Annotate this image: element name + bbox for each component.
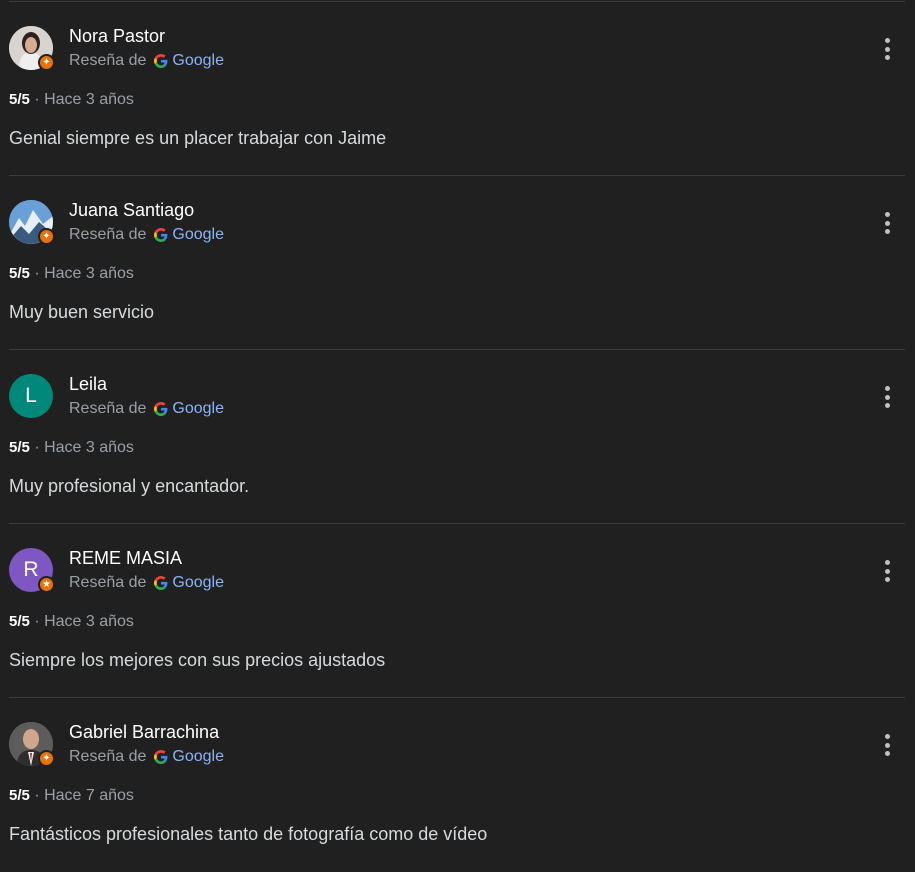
avatar[interactable]: ✦	[9, 722, 55, 767]
avatar[interactable]: ✦	[9, 200, 55, 245]
reviewer-name[interactable]: Nora Pastor	[69, 26, 165, 47]
review-time: Hace 3 años	[44, 439, 134, 456]
rating: 5/5	[9, 613, 30, 630]
separator: ·	[34, 613, 40, 630]
review-source: Reseña de Google	[69, 52, 224, 70]
more-vert-icon	[884, 734, 890, 739]
reviewer-name[interactable]: Juana Santiago	[69, 200, 194, 221]
review-meta: 5/5 · Hace 7 años	[9, 787, 134, 805]
review-time: Hace 3 años	[44, 613, 134, 630]
review-meta: 5/5 · Hace 3 años	[9, 91, 134, 109]
google-link[interactable]: Google	[172, 574, 224, 592]
review-card: L Leila Reseña de Google 5/5 · Hace 3 añ…	[9, 349, 905, 524]
review-card: ✦ Nora Pastor Reseña de Google 5/5 · Hac…	[9, 1, 905, 176]
google-g-icon	[154, 228, 168, 242]
local-guide-star-icon: ★	[38, 576, 55, 593]
local-guide-star-icon: ✦	[38, 750, 55, 767]
rating: 5/5	[9, 787, 30, 804]
more-vert-icon	[884, 560, 890, 565]
source-label: Reseña de	[69, 748, 147, 765]
avatar[interactable]: R ★	[9, 548, 55, 593]
local-guide-star-icon: ✦	[38, 228, 55, 245]
reviewer-name[interactable]: Leila	[69, 374, 107, 395]
review-text: Fantásticos profesionales tanto de fotog…	[9, 824, 488, 844]
google-g-icon	[154, 576, 168, 590]
rating: 5/5	[9, 265, 30, 282]
avatar[interactable]: L	[9, 374, 53, 418]
review-source: Reseña de Google	[69, 400, 224, 418]
local-guide-star-icon: ✦	[38, 54, 55, 71]
review-time: Hace 7 años	[44, 787, 134, 804]
source-label: Reseña de	[69, 574, 147, 591]
more-vert-icon	[884, 38, 890, 43]
google-g-icon	[154, 402, 168, 416]
review-text: Muy buen servicio	[9, 302, 155, 322]
separator: ·	[34, 91, 40, 108]
review-meta: 5/5 · Hace 3 años	[9, 439, 134, 457]
reviews-list: ✦ Nora Pastor Reseña de Google 5/5 · Hac…	[0, 0, 915, 872]
google-link[interactable]: Google	[172, 748, 224, 766]
separator: ·	[34, 439, 40, 456]
avatar[interactable]: ✦	[9, 26, 55, 71]
review-time: Hace 3 años	[44, 91, 134, 108]
reviewer-name[interactable]: Gabriel Barrachina	[69, 722, 219, 743]
reviewer-name[interactable]: REME MASIA	[69, 548, 182, 569]
review-text: Siempre los mejores con sus precios ajus…	[9, 650, 386, 670]
google-link[interactable]: Google	[172, 400, 224, 418]
review-time: Hace 3 años	[44, 265, 134, 282]
review-card: R ★ REME MASIA Reseña de Google 5/5 · Ha…	[9, 523, 905, 698]
review-meta: 5/5 · Hace 3 años	[9, 613, 134, 631]
rating: 5/5	[9, 439, 30, 456]
more-options-button[interactable]	[877, 35, 897, 63]
source-label: Reseña de	[69, 226, 147, 243]
avatar-initial: L	[9, 374, 53, 418]
review-source: Reseña de Google	[69, 226, 224, 244]
review-text: Genial siempre es un placer trabajar con…	[9, 128, 387, 148]
rating: 5/5	[9, 91, 30, 108]
google-g-icon	[154, 54, 168, 68]
review-card: ✦ Gabriel Barrachina Reseña de Google 5/…	[9, 697, 905, 872]
separator: ·	[34, 265, 40, 282]
more-vert-icon	[884, 386, 890, 391]
google-link[interactable]: Google	[172, 52, 224, 70]
review-source: Reseña de Google	[69, 574, 224, 592]
review-source: Reseña de Google	[69, 748, 224, 766]
review-meta: 5/5 · Hace 3 años	[9, 265, 134, 283]
more-options-button[interactable]	[877, 209, 897, 237]
review-card: ✦ Juana Santiago Reseña de Google 5/5 · …	[9, 175, 905, 350]
source-label: Reseña de	[69, 52, 147, 69]
source-label: Reseña de	[69, 400, 147, 417]
google-g-icon	[154, 750, 168, 764]
review-text: Muy profesional y encantador.	[9, 476, 250, 496]
google-link[interactable]: Google	[172, 226, 224, 244]
more-options-button[interactable]	[877, 383, 897, 411]
more-options-button[interactable]	[877, 731, 897, 759]
separator: ·	[34, 787, 40, 804]
more-options-button[interactable]	[877, 557, 897, 585]
more-vert-icon	[884, 212, 890, 217]
